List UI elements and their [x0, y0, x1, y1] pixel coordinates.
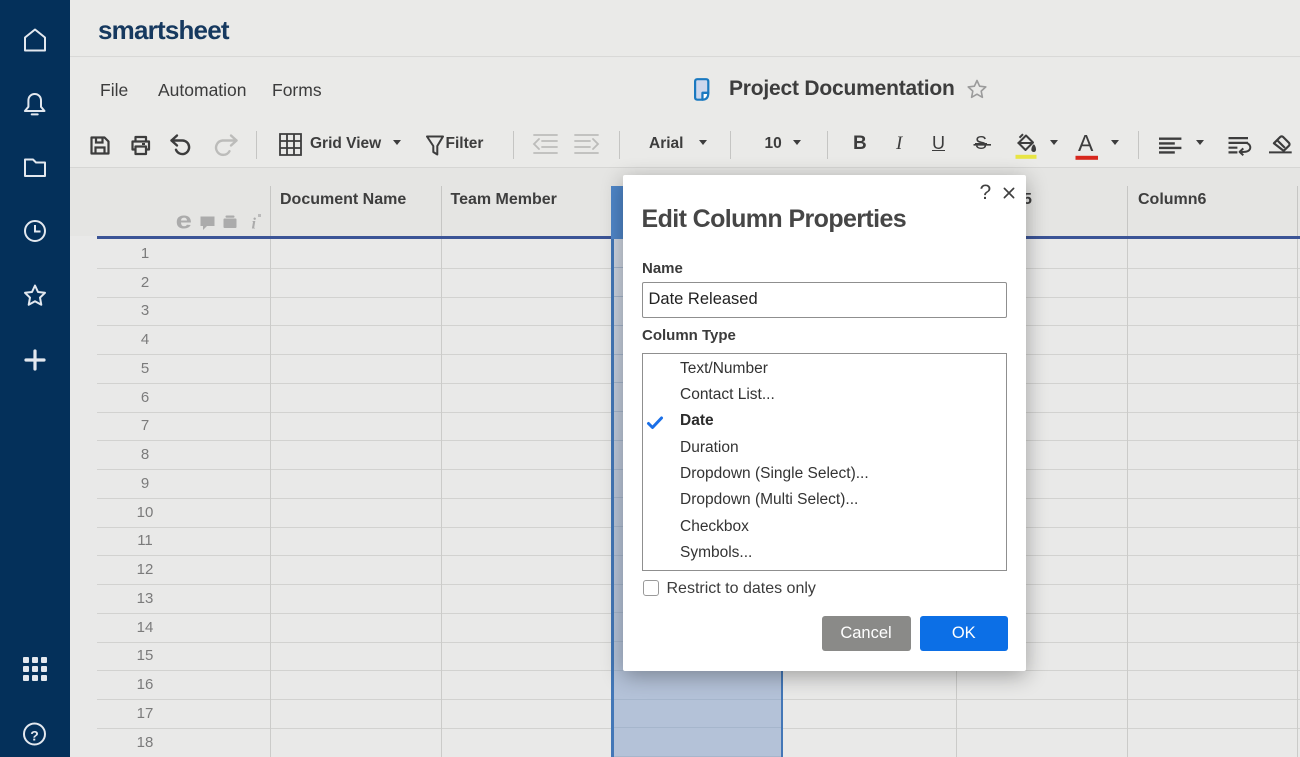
svg-text:i: i	[252, 216, 257, 233]
svg-text:?: ?	[30, 728, 39, 744]
svg-text:e: e	[176, 212, 192, 232]
